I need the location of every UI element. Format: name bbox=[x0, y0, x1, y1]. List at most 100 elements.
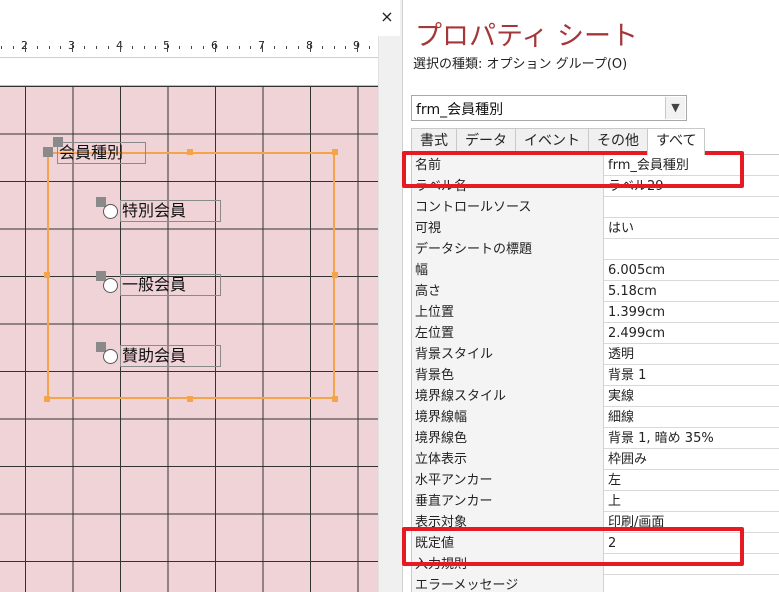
object-select-value: frm_会員種別 bbox=[416, 102, 504, 118]
property-row[interactable]: 境界線スタイル 実線 bbox=[412, 386, 779, 407]
ruler-tick bbox=[202, 46, 204, 49]
ruler-tick bbox=[214, 43, 216, 52]
ruler-tick bbox=[226, 46, 228, 49]
ruler-tick bbox=[309, 43, 311, 52]
ruler-tick bbox=[369, 46, 371, 49]
property-name: 境界線幅 bbox=[412, 407, 604, 428]
property-row[interactable]: コントロールソース bbox=[412, 197, 779, 218]
tab-all[interactable]: すべて bbox=[647, 128, 706, 155]
property-value[interactable]: 背景 1 bbox=[604, 365, 779, 386]
ruler-tick bbox=[333, 46, 335, 49]
property-name: 境界線スタイル bbox=[412, 386, 604, 407]
property-row[interactable]: 境界線幅 細線 bbox=[412, 407, 779, 428]
selection-type-label: 選択の種類: オプション グループ(O) bbox=[413, 57, 628, 72]
property-name: 可視 bbox=[412, 218, 604, 239]
chevron-down-icon[interactable]: ▼ bbox=[665, 97, 685, 119]
property-value[interactable]: 背景 1, 暗め 35% bbox=[604, 428, 779, 449]
ruler-tick bbox=[84, 46, 86, 49]
close-icon[interactable]: × bbox=[378, 6, 396, 28]
ruler-tick bbox=[286, 46, 287, 49]
option-radio-1[interactable] bbox=[103, 204, 118, 219]
property-row[interactable]: 背景色 背景 1 bbox=[412, 365, 779, 386]
horizontal-ruler: 2 3 4 5 6 7 8 9 bbox=[0, 36, 378, 58]
property-row[interactable]: 左位置 2.499cm bbox=[412, 323, 779, 344]
vertical-scrollbar[interactable] bbox=[378, 36, 400, 592]
resize-handle[interactable] bbox=[44, 272, 50, 278]
property-name: データシートの標題 bbox=[412, 239, 604, 260]
property-value[interactable] bbox=[604, 239, 779, 260]
ruler-tick bbox=[238, 46, 240, 49]
ruler-tick bbox=[96, 46, 97, 49]
property-row[interactable]: 立体表示 枠囲み bbox=[412, 449, 779, 470]
property-name: 背景スタイル bbox=[412, 344, 604, 365]
property-name: 左位置 bbox=[412, 323, 604, 344]
property-value[interactable]: 上 bbox=[604, 491, 779, 512]
option-radio-2[interactable] bbox=[103, 278, 118, 293]
property-name: 水平アンカー bbox=[412, 470, 604, 491]
property-value[interactable]: 5.18cm bbox=[604, 281, 779, 302]
ruler-tick bbox=[321, 46, 323, 49]
property-value[interactable] bbox=[604, 575, 779, 592]
property-value[interactable]: 2.499cm bbox=[604, 323, 779, 344]
property-row[interactable]: 可視 はい bbox=[412, 218, 779, 239]
highlight-name-row bbox=[402, 151, 744, 188]
option-radio-3[interactable] bbox=[103, 349, 118, 364]
property-value[interactable]: 左 bbox=[604, 470, 779, 491]
ruler-tick bbox=[48, 46, 50, 49]
ruler-tick bbox=[274, 46, 276, 49]
ruler-tick bbox=[60, 46, 62, 49]
property-row[interactable]: 境界線色 背景 1, 暗め 35% bbox=[412, 428, 779, 449]
property-value[interactable]: 1.399cm bbox=[604, 302, 779, 323]
form-design-surface: × 2 3 4 5 6 7 8 9 会員種別 特別会員 一般会員 賛助会員 bbox=[0, 0, 400, 592]
object-select-dropdown[interactable]: frm_会員種別 ▼ bbox=[411, 95, 687, 121]
move-handle[interactable] bbox=[43, 147, 53, 157]
property-value[interactable]: 実線 bbox=[604, 386, 779, 407]
property-name: エラーメッセージ bbox=[412, 575, 604, 592]
ruler-tick bbox=[179, 46, 181, 49]
property-row[interactable]: 水平アンカー左 bbox=[412, 470, 779, 491]
property-value[interactable]: 枠囲み bbox=[604, 449, 779, 470]
property-value[interactable]: はい bbox=[604, 218, 779, 239]
property-row[interactable]: データシートの標題 bbox=[412, 239, 779, 260]
option-label-3[interactable]: 賛助会員 bbox=[120, 345, 221, 367]
property-value[interactable]: 細線 bbox=[604, 407, 779, 428]
property-name: 背景色 bbox=[412, 365, 604, 386]
option-label-1[interactable]: 特別会員 bbox=[120, 200, 221, 222]
ruler-tick bbox=[250, 46, 252, 49]
option-label-2[interactable]: 一般会員 bbox=[120, 274, 221, 296]
resize-handle[interactable] bbox=[332, 396, 338, 402]
ruler-tick bbox=[191, 46, 192, 49]
property-name: 高さ bbox=[412, 281, 604, 302]
ruler-tick bbox=[297, 46, 299, 49]
property-row[interactable]: 幅 6.005cm bbox=[412, 260, 779, 281]
property-name: コントロールソース bbox=[412, 197, 604, 218]
property-name: 幅 bbox=[412, 260, 604, 281]
group-label[interactable]: 会員種別 bbox=[57, 142, 146, 164]
ruler-tick bbox=[12, 46, 14, 49]
property-row[interactable]: 垂直アンカー上 bbox=[412, 491, 779, 512]
property-name: 垂直アンカー bbox=[412, 491, 604, 512]
resize-handle[interactable] bbox=[44, 396, 50, 402]
resize-handle[interactable] bbox=[332, 149, 338, 155]
property-value[interactable]: 6.005cm bbox=[604, 260, 779, 281]
ruler-tick bbox=[357, 43, 359, 52]
resize-handle[interactable] bbox=[187, 149, 193, 155]
property-row[interactable]: 高さ 5.18cm bbox=[412, 281, 779, 302]
property-row[interactable]: エラーメッセージ bbox=[412, 575, 779, 592]
property-row[interactable]: 上位置 1.399cm bbox=[412, 302, 779, 323]
resize-handle[interactable] bbox=[187, 396, 193, 402]
ruler-tick bbox=[24, 43, 26, 52]
sheet-title: プロパティ シート bbox=[415, 21, 638, 52]
property-name: 立体表示 bbox=[412, 449, 604, 470]
ruler-tick bbox=[107, 46, 109, 49]
ruler-tick bbox=[167, 43, 169, 52]
highlight-default-value-row bbox=[402, 527, 744, 566]
property-row[interactable]: 背景スタイル 透明 bbox=[412, 344, 779, 365]
property-value[interactable]: 透明 bbox=[604, 344, 779, 365]
resize-handle[interactable] bbox=[332, 272, 338, 278]
ruler-tick bbox=[155, 46, 157, 49]
form-header-strip bbox=[0, 58, 378, 86]
ruler-tick bbox=[131, 46, 133, 49]
ruler-tick bbox=[36, 46, 38, 49]
property-value[interactable] bbox=[604, 197, 779, 218]
